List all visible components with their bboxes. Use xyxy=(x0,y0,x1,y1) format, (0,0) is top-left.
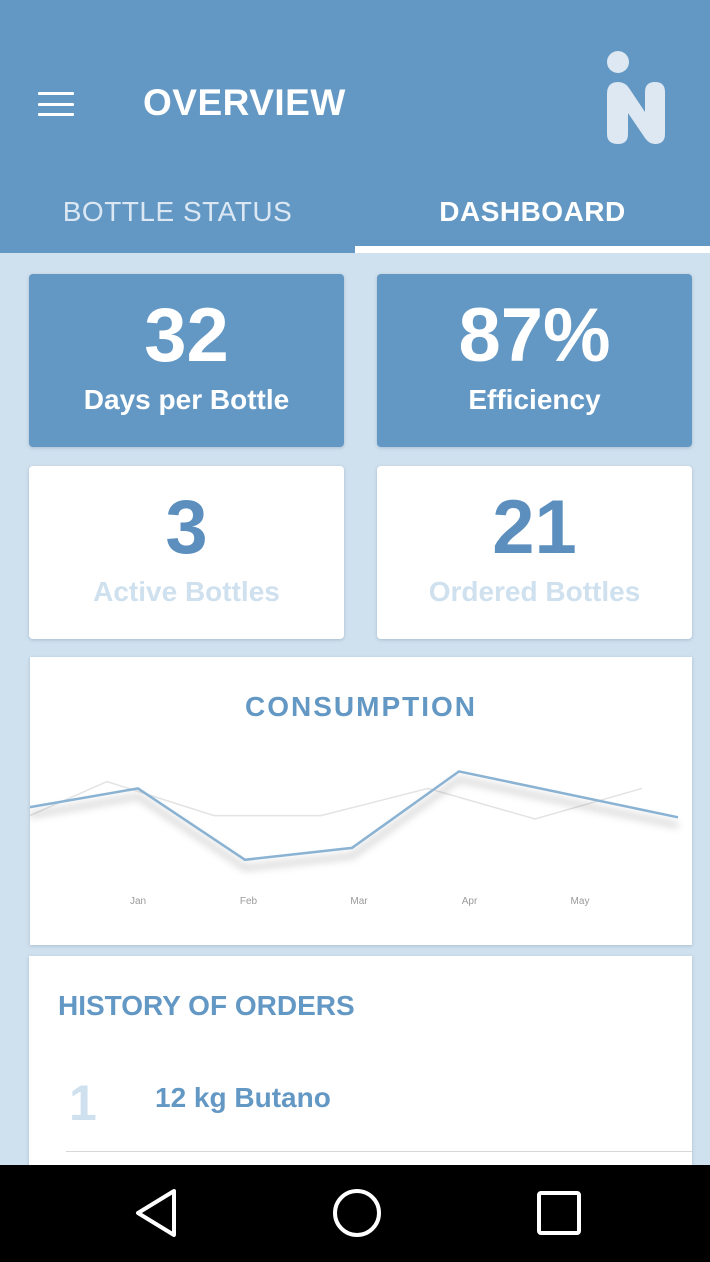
app-bar: OVERVIEW BOTTLE STATUS DASHBOARD xyxy=(0,0,710,253)
tab-dashboard[interactable]: DASHBOARD xyxy=(355,170,710,253)
x-tick-label: Jan xyxy=(130,896,146,907)
chart-title: CONSUMPTION xyxy=(245,691,477,722)
home-icon[interactable] xyxy=(325,1181,389,1245)
stat-label: Active Bottles xyxy=(93,576,280,607)
x-tick-label: Mar xyxy=(350,896,368,907)
order-number: 1 xyxy=(69,1075,97,1131)
hamburger-menu-icon[interactable] xyxy=(32,84,80,124)
back-icon[interactable] xyxy=(126,1181,190,1245)
x-tick-label: May xyxy=(571,896,590,907)
stat-label: Ordered Bottles xyxy=(428,576,641,607)
divider xyxy=(66,1151,692,1152)
x-tick-label: Feb xyxy=(240,896,258,907)
history-of-orders-card: HISTORY OF ORDERS 1 12 kg Butano xyxy=(29,956,692,1176)
stat-value: 32 xyxy=(144,293,229,378)
app-logo-icon xyxy=(607,51,665,144)
consumption-series-line xyxy=(30,770,679,862)
system-nav-bar xyxy=(0,1165,710,1262)
stat-label: Days per Bottle xyxy=(83,384,290,415)
consumption-chart-card: Jan Feb Mar Apr May CONSUMPTION xyxy=(30,657,692,945)
active-tab-indicator xyxy=(355,246,710,253)
stat-value: 3 xyxy=(165,485,208,570)
tab-bottle-status[interactable]: BOTTLE STATUS xyxy=(0,170,355,253)
order-name: 12 kg Butano xyxy=(155,1082,331,1113)
series-line-shadow xyxy=(30,776,679,871)
stat-value: 21 xyxy=(492,485,577,570)
stat-card-active-bottles: 3 Active Bottles xyxy=(29,466,344,639)
stat-label: Efficiency xyxy=(468,384,601,415)
recents-icon[interactable] xyxy=(527,1181,591,1245)
stat-card-efficiency: 87% Efficiency xyxy=(377,274,692,447)
page-title: OVERVIEW xyxy=(143,82,346,123)
x-tick-label: Apr xyxy=(462,896,478,907)
stat-card-days-per-bottle: 32 Days per Bottle xyxy=(29,274,344,447)
stat-card-ordered-bottles: 21 Ordered Bottles xyxy=(377,466,692,639)
history-title: HISTORY OF ORDERS xyxy=(58,990,355,1021)
stat-value: 87% xyxy=(458,293,611,378)
